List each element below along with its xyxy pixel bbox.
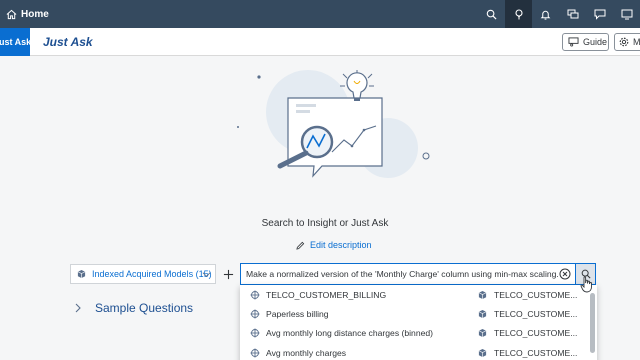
search-icon — [486, 9, 497, 20]
suggestion-item[interactable]: Avg monthly charges TELCO_CUSTOME... — [240, 343, 585, 360]
settings-label: M — [633, 37, 640, 47]
page-title: Just Ask — [43, 35, 93, 49]
add-button[interactable] — [218, 264, 238, 284]
search-illustration — [237, 70, 430, 178]
gear-icon — [619, 37, 629, 47]
chat-icon — [567, 9, 578, 18]
search-input-field[interactable] — [240, 263, 576, 285]
edit-description-label: Edit description — [310, 240, 372, 250]
plus-icon — [223, 269, 233, 279]
suggestion-source: TELCO_CUSTOME... — [494, 290, 578, 300]
suggestion-label: Avg monthly charges — [266, 348, 347, 358]
feedback-icon — [594, 9, 605, 20]
suggestion-source: TELCO_CUSTOME... — [494, 328, 578, 338]
home-icon — [6, 9, 17, 19]
guide-icon — [568, 37, 579, 47]
cube-icon — [478, 328, 487, 338]
sample-questions-label: Sample Questions — [95, 301, 194, 315]
suggestion-label: TELCO_CUSTOMER_BILLING — [266, 290, 387, 300]
cube-icon — [478, 348, 487, 358]
cube-icon — [77, 269, 86, 279]
shell-bar: Home — [0, 0, 640, 28]
dimension-icon — [250, 328, 260, 338]
edit-description-link[interactable]: Edit description — [296, 240, 372, 250]
settings-button[interactable]: M — [614, 33, 640, 51]
suggestion-source: TELCO_CUSTOME... — [494, 309, 578, 319]
dimension-icon — [250, 309, 260, 319]
suggestion-item[interactable]: Avg monthly long distance charges (binne… — [240, 323, 585, 343]
model-select[interactable]: Indexed Acquired Models (15) — [70, 264, 216, 284]
dimension-icon — [250, 290, 260, 300]
hand-cursor-icon — [580, 276, 592, 293]
chat-button[interactable] — [559, 0, 586, 28]
sample-questions-toggle[interactable]: Sample Questions — [74, 301, 193, 315]
cube-icon — [478, 290, 487, 300]
guide-label: Guide — [583, 37, 608, 47]
suggestion-label: Avg monthly long distance charges (binne… — [266, 328, 434, 338]
suggestion-item[interactable]: Paperless billing TELCO_CUSTOME... — [240, 304, 585, 324]
search-button[interactable] — [478, 0, 505, 28]
tab-just-ask[interactable]: Just Ask — [0, 28, 30, 56]
chevron-right-icon — [75, 303, 81, 313]
help-icon — [621, 9, 632, 19]
tab-label: Just Ask — [0, 37, 30, 47]
model-select-label: Indexed Acquired Models (15) — [92, 269, 212, 279]
help-button[interactable] — [613, 0, 640, 28]
home-label: Home — [21, 8, 49, 20]
pencil-icon — [296, 241, 305, 250]
dropdown-scrollbar[interactable] — [590, 293, 595, 353]
suggestions-dropdown: TELCO_CUSTOMER_BILLING TELCO_CUSTOME... … — [240, 285, 597, 360]
bell-icon — [540, 10, 551, 20]
guide-button[interactable]: Guide — [562, 33, 609, 51]
suggestion-source: TELCO_CUSTOME... — [494, 348, 578, 358]
chevron-down-icon — [202, 272, 211, 277]
search-input[interactable] — [246, 269, 558, 279]
dimension-icon — [250, 348, 260, 358]
feedback-button[interactable] — [586, 0, 613, 28]
suggestion-item[interactable]: TELCO_CUSTOMER_BILLING TELCO_CUSTOME... — [240, 285, 585, 305]
home-button[interactable]: Home — [6, 9, 49, 20]
search-prompt-title: Search to Insight or Just Ask — [261, 218, 389, 229]
clear-icon[interactable] — [559, 268, 571, 280]
sub-header: Just Ask Just Ask Guide M — [0, 28, 640, 56]
insight-button[interactable] — [505, 0, 532, 28]
cube-icon — [478, 309, 487, 319]
suggestion-label: Paperless billing — [266, 309, 329, 319]
insight-icon — [514, 9, 523, 20]
notifications-button[interactable] — [532, 0, 559, 28]
